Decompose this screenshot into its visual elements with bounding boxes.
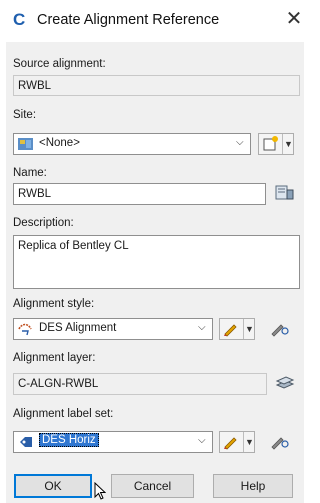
app-icon: C [13, 10, 26, 29]
pick-label-set-button[interactable] [268, 431, 292, 453]
name-field[interactable]: RWBL [13, 183, 266, 205]
alignment-style-value: DES Alignment [39, 322, 117, 334]
dialog-body: Source alignment: RWBL Site: <None> ⌵ ▼ … [6, 42, 304, 503]
ok-button[interactable]: OK [14, 474, 92, 498]
create-site-icon [263, 136, 278, 151]
help-button[interactable]: Help [213, 474, 293, 498]
edit-label-set-button[interactable]: ▼ [219, 431, 255, 453]
name-picker-button[interactable] [274, 183, 295, 205]
chevron-down-icon: ⌵ [198, 322, 206, 333]
source-alignment-value: RWBL [13, 75, 300, 96]
layer-icon [275, 376, 295, 389]
create-alignment-reference-dialog: C Create Alignment Reference ✕ Source al… [0, 0, 310, 503]
label-set-icon [20, 437, 32, 447]
edit-style-button[interactable]: ▼ [219, 318, 255, 340]
edit-style-icon [224, 437, 237, 450]
site-value: <None> [39, 137, 80, 149]
edit-style-icon [224, 324, 237, 337]
chevron-down-icon: ⌵ [236, 137, 244, 148]
close-icon[interactable]: ✕ [284, 9, 304, 29]
cancel-button[interactable]: Cancel [111, 474, 194, 498]
site-select[interactable]: <None> ⌵ [13, 133, 251, 155]
pick-style-icon [271, 437, 289, 450]
site-icon [18, 138, 33, 150]
style-icon [18, 323, 32, 336]
cursor-icon [94, 482, 106, 500]
alignment-style-label: Alignment style: [13, 298, 95, 310]
alignment-style-select[interactable]: DES Alignment ⌵ [13, 318, 213, 340]
pick-style-button[interactable] [268, 318, 292, 340]
alignment-label-set-value: DES Horiz [39, 433, 99, 447]
pick-style-icon [271, 324, 289, 337]
source-alignment-label: Source alignment: [13, 58, 106, 70]
alignment-label-set-select[interactable]: DES Horiz ⌵ [13, 431, 213, 453]
name-picker-icon [275, 185, 294, 200]
chevron-down-icon: ⌵ [198, 435, 206, 446]
dropdown-arrow-icon: ▼ [243, 432, 255, 452]
title-bar: C Create Alignment Reference ✕ [0, 0, 310, 42]
dialog-title: Create Alignment Reference [37, 12, 220, 28]
alignment-label-set-label: Alignment label set: [13, 408, 114, 420]
description-field[interactable]: Replica of Bentley CL [13, 235, 300, 289]
description-label: Description: [13, 217, 74, 229]
alignment-layer-value: C-ALGN-RWBL [13, 373, 267, 395]
dropdown-arrow-icon: ▼ [243, 319, 255, 339]
layer-button[interactable] [274, 373, 296, 395]
alignment-layer-label: Alignment layer: [13, 352, 96, 364]
create-site-button[interactable]: ▼ [258, 133, 294, 155]
dropdown-arrow-icon: ▼ [282, 134, 294, 154]
site-label: Site: [13, 109, 37, 121]
name-label: Name: [13, 167, 47, 179]
